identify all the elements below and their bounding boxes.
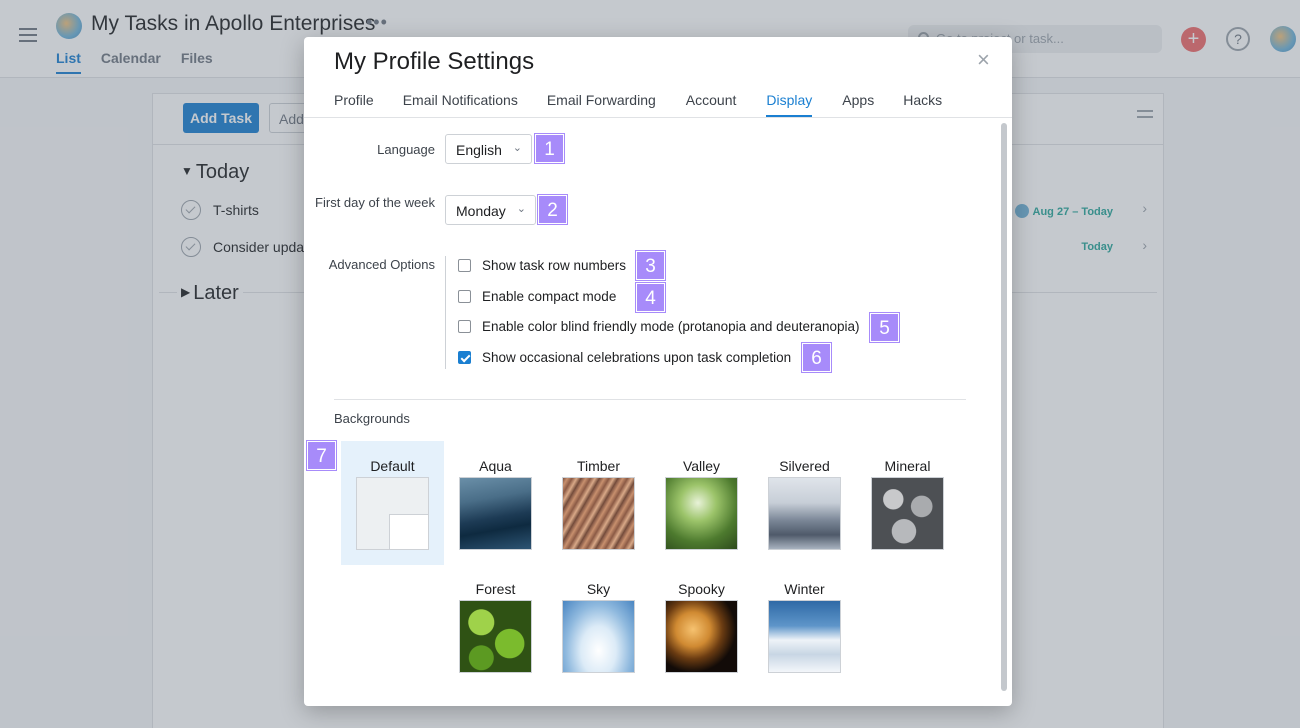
background-sky[interactable]: Sky: [547, 564, 650, 688]
annotation-badge: 2: [538, 195, 567, 224]
checkbox[interactable]: [458, 290, 471, 303]
annotation-badge: 5: [870, 313, 899, 342]
background-thumbnail: [768, 477, 841, 550]
option-label: Show occasional celebrations upon task c…: [482, 350, 792, 365]
tab-profile[interactable]: Profile: [334, 92, 374, 117]
background-thumbnail: [665, 600, 738, 673]
annotation-badge: 7: [307, 441, 336, 470]
background-thumbnail: [871, 477, 944, 550]
background-thumbnail: [356, 477, 429, 550]
checkbox[interactable]: [458, 320, 471, 333]
background-timber[interactable]: Timber: [547, 441, 650, 565]
chevron-down-icon: ⌄: [512, 142, 522, 154]
background-thumbnail: [562, 477, 635, 550]
background-aqua[interactable]: Aqua: [444, 441, 547, 565]
tab-apps[interactable]: Apps: [842, 92, 874, 117]
background-name: Timber: [576, 458, 621, 474]
tab-email-forwarding[interactable]: Email Forwarding: [547, 92, 656, 117]
advanced-options-label: Advanced Options: [328, 257, 435, 272]
option-label: Enable compact mode: [482, 289, 617, 304]
background-mineral[interactable]: Mineral: [856, 441, 959, 565]
background-name: Winter: [784, 581, 825, 597]
tab-email-notifications[interactable]: Email Notifications: [403, 92, 518, 117]
annotation-badge: 4: [636, 283, 665, 312]
background-name: Forest: [475, 581, 516, 597]
background-thumbnail: [768, 600, 841, 673]
language-select[interactable]: English ⌄: [445, 134, 532, 164]
annotation-badge: 1: [535, 134, 564, 163]
background-forest[interactable]: Forest: [444, 564, 547, 688]
profile-settings-dialog: My Profile Settings × Profile Email Noti…: [304, 37, 1012, 706]
divider: [445, 256, 446, 369]
first-day-value: Monday: [456, 203, 506, 219]
background-silvered[interactable]: Silvered: [753, 441, 856, 565]
first-day-label: First day of the week: [315, 195, 435, 210]
divider: [334, 399, 966, 400]
scrollbar-thumb[interactable]: [1001, 123, 1007, 691]
checkbox[interactable]: [458, 259, 471, 272]
background-name: Aqua: [479, 458, 512, 474]
background-default[interactable]: Default: [341, 441, 444, 565]
language-label: Language: [377, 142, 435, 157]
annotation-badge: 6: [802, 343, 831, 372]
background-valley[interactable]: Valley: [650, 441, 753, 565]
close-icon[interactable]: ×: [977, 49, 990, 71]
background-name: Silvered: [779, 458, 830, 474]
background-name: Default: [370, 458, 415, 474]
background-thumbnail: [562, 600, 635, 673]
annotation-badge: 3: [636, 251, 665, 280]
first-day-select[interactable]: Monday ⌄: [445, 195, 536, 225]
chevron-down-icon: ⌄: [516, 203, 526, 215]
background-thumbnail: [459, 600, 532, 673]
tab-hacks[interactable]: Hacks: [903, 92, 942, 117]
tab-display[interactable]: Display: [766, 92, 813, 117]
checkbox-checked[interactable]: [458, 351, 471, 364]
background-name: Spooky: [678, 581, 725, 597]
background-spooky[interactable]: Spooky: [650, 564, 753, 688]
background-name: Valley: [682, 458, 721, 474]
dialog-title: My Profile Settings: [334, 48, 535, 75]
background-name: Mineral: [884, 458, 931, 474]
background-winter[interactable]: Winter: [753, 564, 856, 688]
settings-tabs: Profile Email Notifications Email Forwar…: [334, 92, 942, 117]
option-label: Enable color blind friendly mode (protan…: [482, 319, 860, 334]
background-thumbnail: [459, 477, 532, 550]
backgrounds-heading: Backgrounds: [334, 411, 410, 426]
background-thumbnail: [665, 477, 738, 550]
language-value: English: [456, 142, 502, 158]
background-name: Sky: [586, 581, 611, 597]
option-label: Show task row numbers: [482, 258, 627, 273]
divider: [304, 117, 1012, 118]
tab-account[interactable]: Account: [686, 92, 737, 117]
